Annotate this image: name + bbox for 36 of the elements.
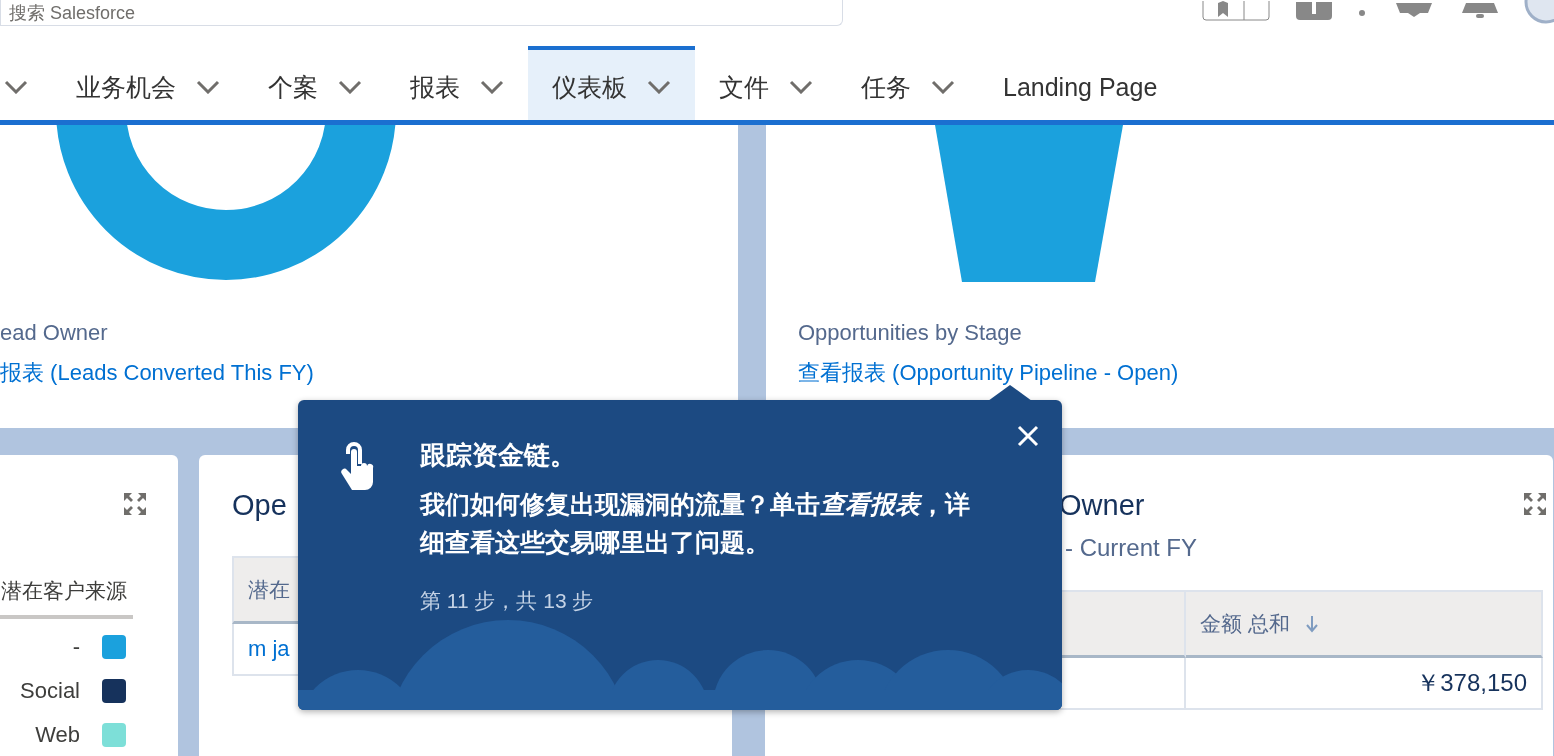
card-title: Ope <box>232 489 287 522</box>
expand-icon[interactable] <box>123 492 147 516</box>
nav-tab[interactable]: 文件 <box>695 46 837 120</box>
chevron-down-icon <box>338 80 362 94</box>
sort-arrow-icon <box>1305 614 1318 633</box>
chevron-down-icon <box>647 80 671 94</box>
legend-label: Social <box>20 678 80 704</box>
chart-caption: ead Owner <box>0 320 108 346</box>
expand-icon[interactable] <box>1523 492 1547 516</box>
nav-tab[interactable]: 任务 <box>837 46 979 120</box>
chart-caption: Opportunities by Stage <box>798 320 1022 346</box>
legend-label: Web <box>35 722 80 748</box>
nav-tab[interactable]: 报表 <box>386 46 528 120</box>
legend-label: - <box>72 634 80 660</box>
search-field[interactable]: 搜索 Salesforce <box>0 0 843 26</box>
card-title: Owner <box>1059 489 1145 522</box>
chevron-down-icon <box>931 80 955 94</box>
chevron-down-icon <box>196 80 220 94</box>
nav-tab[interactable]: 仪表板 <box>528 46 695 120</box>
view-report-link[interactable]: 查看报表 (Opportunity Pipeline - Open) <box>798 358 1179 388</box>
card-subtitle: - Current FY <box>1065 534 1198 562</box>
popover-text: 我们如何修复出现漏洞的流量？单击查看报表，详细查看这些交易哪里出了问题。 <box>420 489 971 558</box>
bell-icon[interactable] <box>1462 3 1498 19</box>
popover-title: 跟踪资金链。 <box>420 439 577 472</box>
nav-tab[interactable]: 个案 <box>244 46 386 120</box>
nav-tab[interactable]: Landing Page <box>979 46 1182 120</box>
nav-tab[interactable]: 业务机会 <box>52 46 244 120</box>
chevron-down-icon <box>789 80 813 94</box>
table-header[interactable]: 金额 总和 <box>1186 590 1543 658</box>
step-counter: 第 11 步，共 13 步 <box>420 588 595 614</box>
close-button[interactable] <box>1016 424 1040 448</box>
legend-header: 潜在客户来源 <box>0 577 133 619</box>
chevron-down-icon <box>4 80 28 94</box>
chevron-down-icon <box>480 80 504 94</box>
table-cell: ￥378,150 <box>1186 658 1543 710</box>
view-report-link[interactable]: 报表 (Leads Converted This FY) <box>0 358 314 388</box>
